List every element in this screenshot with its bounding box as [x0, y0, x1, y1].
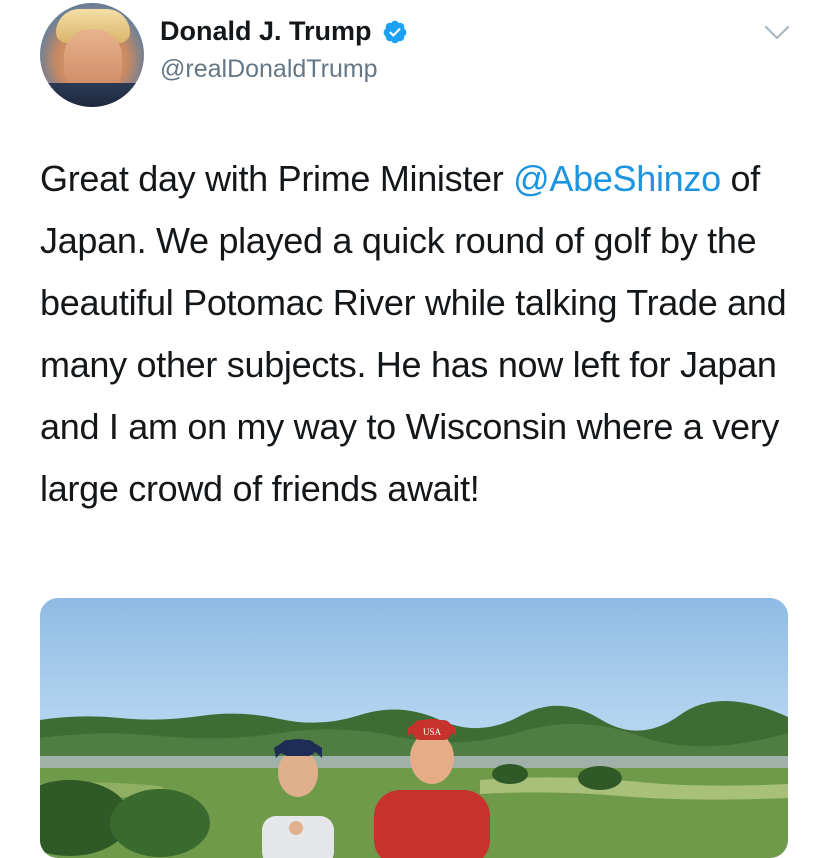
author-name-row: Donald J. Trump: [160, 16, 408, 47]
cap-text: USA: [423, 727, 442, 737]
chevron-down-icon[interactable]: [764, 24, 790, 42]
author-name[interactable]: Donald J. Trump: [160, 16, 372, 47]
verified-badge-icon: [383, 20, 406, 43]
author-handle[interactable]: @realDonaldTrump: [160, 55, 378, 84]
author-avatar[interactable]: [40, 3, 144, 107]
avatar-suit: [40, 83, 144, 107]
mention-link[interactable]: @AbeShinzo: [513, 158, 721, 199]
golf-photo-illustration: USA: [40, 700, 788, 858]
tweet-text-start: Great day with Prime Minister: [40, 158, 514, 199]
tweet-text-rest: of Japan. We played a quick round of gol…: [40, 158, 787, 509]
tweet-photo[interactable]: USA: [40, 598, 788, 858]
tweet-text: Great day with Prime Minister @AbeShinzo…: [40, 148, 800, 520]
